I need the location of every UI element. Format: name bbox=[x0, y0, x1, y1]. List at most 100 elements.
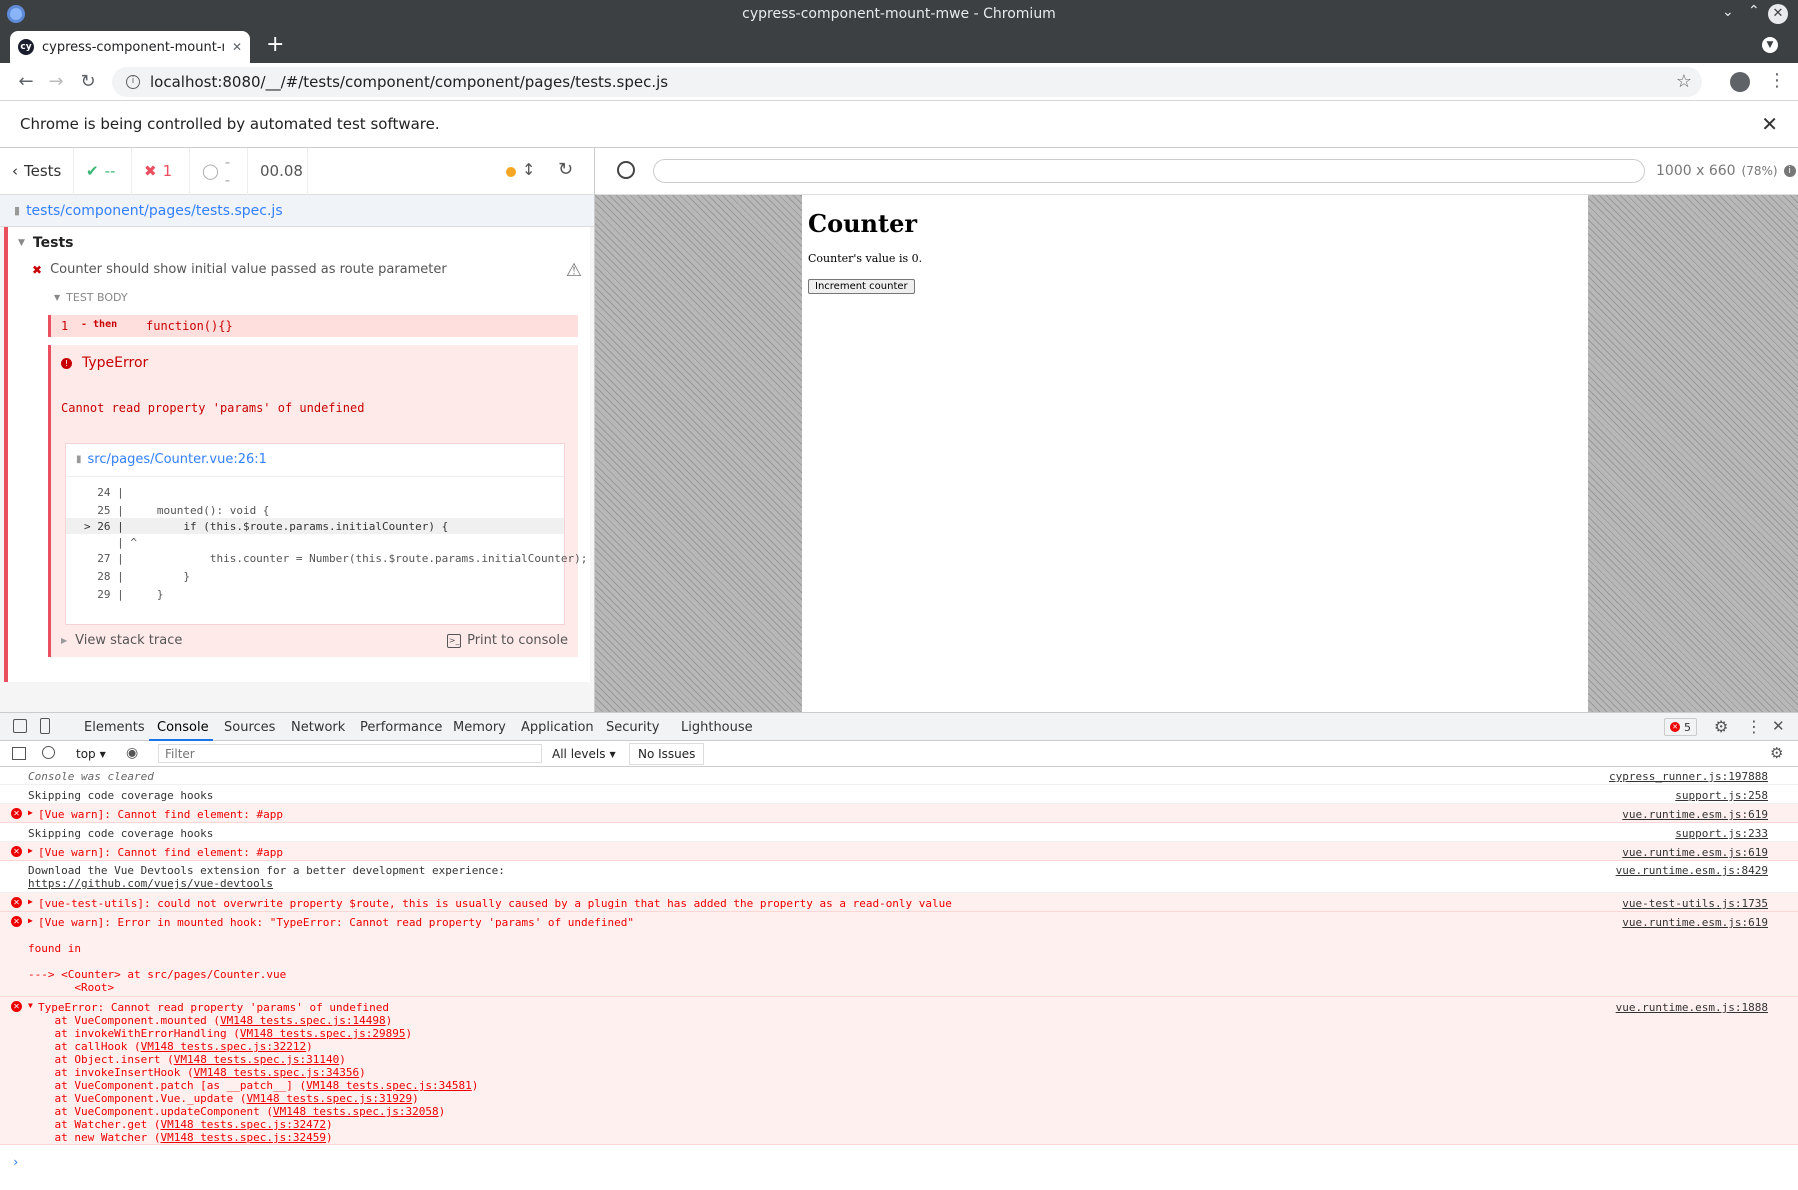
source-link[interactable]: vue.runtime.esm.js:619 bbox=[1622, 808, 1768, 821]
source-link[interactable]: cypress_runner.js:197888 bbox=[1609, 770, 1768, 783]
info-icon[interactable]: i bbox=[126, 75, 140, 89]
source-link[interactable]: vue.runtime.esm.js:619 bbox=[1622, 846, 1768, 859]
stack-frame-location[interactable]: VM148 tests.spec.js:31140 bbox=[174, 1053, 340, 1066]
increment-counter-button[interactable]: Increment counter bbox=[808, 279, 915, 294]
tab-sources[interactable]: Sources bbox=[224, 720, 275, 735]
command-number: 1 bbox=[61, 319, 69, 333]
log-levels-selector[interactable]: All levels ▼ bbox=[552, 747, 616, 761]
source-link[interactable]: vue.runtime.esm.js:619 bbox=[1622, 916, 1768, 929]
tab-elements[interactable]: Elements bbox=[84, 720, 145, 735]
close-window-button[interactable]: ✕ bbox=[1768, 4, 1788, 24]
minimize-icon[interactable]: ⌄ bbox=[1722, 4, 1734, 20]
tab-network[interactable]: Network bbox=[291, 720, 345, 735]
device-toolbar-icon[interactable] bbox=[40, 718, 50, 734]
console-error[interactable]: ✕ ▶ [vue-test-utils]: could not overwrit… bbox=[0, 893, 1798, 912]
sidebar-toggle-icon[interactable] bbox=[12, 747, 26, 760]
stack-frame-location[interactable]: VM148 tests.spec.js:29895 bbox=[240, 1027, 406, 1040]
print-to-console-button[interactable]: >_ Print to console bbox=[447, 633, 568, 648]
error-circle-icon: ! bbox=[61, 357, 72, 369]
stack-frame-function: at callHook ( bbox=[28, 1040, 141, 1053]
source-link[interactable]: vue.runtime.esm.js:1888 bbox=[1616, 1001, 1768, 1014]
console-error[interactable]: ✕ ▶ [Vue warn]: Error in mounted hook: "… bbox=[0, 912, 1798, 997]
source-link[interactable]: support.js:258 bbox=[1675, 789, 1768, 802]
aut-url-field[interactable] bbox=[653, 159, 1645, 183]
stack-frame: at VueComponent.mounted (VM148 tests.spe… bbox=[28, 1014, 478, 1027]
close-tab-icon[interactable]: ✕ bbox=[232, 40, 242, 54]
vue-devtools-link[interactable]: https://github.com/vuejs/vue-devtools bbox=[28, 877, 273, 890]
tab-search-icon[interactable]: ▼ bbox=[1762, 37, 1778, 53]
expand-triangle-icon[interactable]: ▶ bbox=[28, 916, 33, 925]
auto-scroll-dot-icon[interactable] bbox=[506, 167, 516, 177]
tab-console[interactable]: Console bbox=[157, 720, 209, 735]
stack-frame-location[interactable]: VM148 tests.spec.js:34356 bbox=[194, 1066, 360, 1079]
stack-frame-location[interactable]: VM148 tests.spec.js:31929 bbox=[247, 1092, 413, 1105]
eye-icon[interactable]: ◉ bbox=[126, 745, 138, 761]
info-icon[interactable]: i bbox=[1783, 165, 1796, 177]
error-count-badge[interactable]: ✕ 5 bbox=[1664, 718, 1697, 736]
settings-gear-icon[interactable]: ⚙ bbox=[1714, 717, 1728, 736]
test-body-header[interactable]: ▼ TEST BODY bbox=[54, 291, 128, 304]
app-under-test-panel: 1000 x 660 (78%) i Counter Counter's val… bbox=[595, 148, 1798, 712]
test-row[interactable]: ✖ Counter should show initial value pass… bbox=[32, 260, 582, 281]
back-icon[interactable]: ← bbox=[16, 72, 36, 92]
console-filter-input[interactable] bbox=[158, 744, 542, 763]
bookmark-star-icon[interactable]: ☆ bbox=[1676, 71, 1692, 92]
new-tab-button[interactable]: + bbox=[266, 32, 284, 57]
tab-memory[interactable]: Memory bbox=[453, 720, 506, 735]
stack-frame-location[interactable]: VM148 tests.spec.js:32472 bbox=[160, 1118, 326, 1131]
aut-iframe: Counter Counter's value is 0. Increment … bbox=[802, 195, 1588, 712]
browser-menu-icon[interactable]: ⋮ bbox=[1768, 70, 1786, 91]
scroll-arrows-icon[interactable]: ↕ bbox=[522, 160, 535, 179]
profile-avatar-icon[interactable] bbox=[1730, 72, 1750, 92]
stack-frame-location[interactable]: VM148 tests.spec.js:32058 bbox=[273, 1105, 439, 1118]
browser-tab[interactable]: cy cypress-component-mount-m ✕ bbox=[10, 31, 250, 63]
tab-lighthouse[interactable]: Lighthouse bbox=[681, 720, 753, 735]
tab-application[interactable]: Application bbox=[521, 720, 594, 735]
context-selector[interactable]: top ▼ bbox=[76, 747, 106, 761]
command-row[interactable]: 1 - then function(){} bbox=[48, 315, 578, 337]
close-devtools-icon[interactable]: ✕ bbox=[1772, 717, 1785, 735]
tab-performance[interactable]: Performance bbox=[360, 720, 442, 735]
source-link[interactable]: support.js:233 bbox=[1675, 827, 1768, 840]
reload-icon[interactable]: ↻ bbox=[78, 72, 98, 92]
tests-back-button[interactable]: ‹ Tests bbox=[0, 147, 74, 195]
selector-playground-icon[interactable] bbox=[617, 161, 635, 179]
console-error[interactable]: ✕ ▶ [Vue warn]: Cannot find element: #ap… bbox=[0, 842, 1798, 861]
inspect-element-icon[interactable] bbox=[13, 719, 27, 733]
maximize-icon[interactable]: ⌃ bbox=[1748, 3, 1760, 19]
viewport-scale: (78%) bbox=[1741, 164, 1778, 178]
file-icon: ▮ bbox=[14, 204, 21, 217]
forward-icon[interactable]: → bbox=[46, 72, 66, 92]
stack-frame-location[interactable]: VM148 tests.spec.js:32459 bbox=[160, 1131, 326, 1144]
stack-frame-location[interactable]: VM148 tests.spec.js:32212 bbox=[141, 1040, 307, 1053]
test-title: Counter should show initial value passed… bbox=[50, 262, 447, 277]
source-link[interactable]: vue-test-utils.js:1735 bbox=[1622, 897, 1768, 910]
expand-triangle-icon[interactable]: ▼ bbox=[28, 1001, 33, 1010]
view-stack-trace-toggle[interactable]: ▶ View stack trace bbox=[61, 633, 182, 648]
tab-security[interactable]: Security bbox=[606, 720, 659, 735]
console-settings-icon[interactable]: ⚙ bbox=[1770, 744, 1783, 762]
code-frame-file[interactable]: ▮ src/pages/Counter.vue:26:1 bbox=[76, 452, 267, 467]
console-prompt-icon[interactable]: › bbox=[12, 1155, 19, 1169]
stack-frame-location[interactable]: VM148 tests.spec.js:34581 bbox=[306, 1079, 472, 1092]
expand-triangle-icon[interactable]: ▶ bbox=[28, 846, 33, 855]
caret-down-icon: ▼ bbox=[54, 293, 61, 302]
clear-console-icon[interactable] bbox=[42, 746, 55, 759]
expand-triangle-icon[interactable]: ▶ bbox=[28, 897, 33, 906]
warning-icon[interactable]: ⚠ bbox=[566, 260, 582, 281]
devtools-menu-icon[interactable]: ⋮ bbox=[1746, 717, 1762, 736]
code-line: 25 | mounted(): void { bbox=[84, 504, 270, 517]
rerun-icon[interactable]: ↻ bbox=[558, 159, 573, 180]
issues-button[interactable]: No Issues bbox=[629, 743, 705, 765]
console-error[interactable]: ✕ ▶ [Vue warn]: Cannot find element: #ap… bbox=[0, 804, 1798, 823]
stack-frame-location[interactable]: VM148 tests.spec.js:14498 bbox=[220, 1014, 386, 1027]
infobar-close-icon[interactable]: ✕ bbox=[1761, 112, 1778, 136]
console-error[interactable]: ✕ ▼ TypeError: Cannot read property 'par… bbox=[0, 997, 1798, 1145]
stack-frame-function: at VueComponent.updateComponent ( bbox=[28, 1105, 274, 1118]
stack-frame-paren: ) bbox=[326, 1118, 333, 1131]
address-bar[interactable]: i localhost:8080/__/#/tests/component/co… bbox=[112, 67, 1702, 97]
source-link[interactable]: vue.runtime.esm.js:8429 bbox=[1616, 864, 1768, 877]
spec-file-path[interactable]: ▮ tests/component/pages/tests.spec.js bbox=[0, 195, 594, 227]
suite-row[interactable]: ▼ Tests bbox=[18, 235, 73, 251]
expand-triangle-icon[interactable]: ▶ bbox=[28, 808, 33, 817]
